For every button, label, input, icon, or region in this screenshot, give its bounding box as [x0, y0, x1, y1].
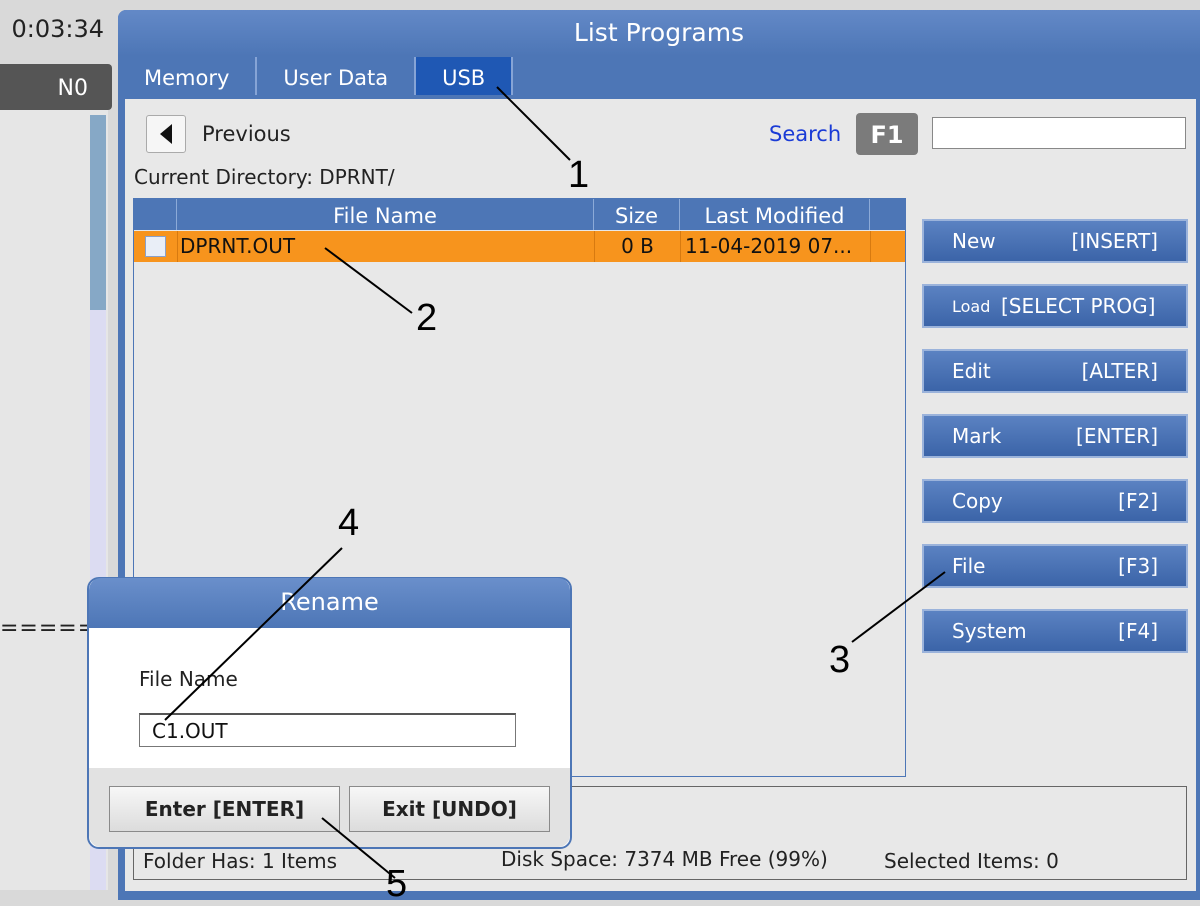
callout-line-1: [496, 86, 571, 161]
callout-line-3: [851, 571, 946, 643]
callout-line-5: [321, 817, 396, 879]
callout-number-4: 4: [338, 502, 360, 544]
callout-number-2: 2: [416, 297, 438, 339]
callout-line-4: [164, 547, 343, 721]
callout-number-3: 3: [829, 639, 851, 681]
callout-lines: [164, 86, 946, 879]
callout-line-2: [324, 247, 413, 314]
callout-number-1: 1: [568, 154, 590, 196]
